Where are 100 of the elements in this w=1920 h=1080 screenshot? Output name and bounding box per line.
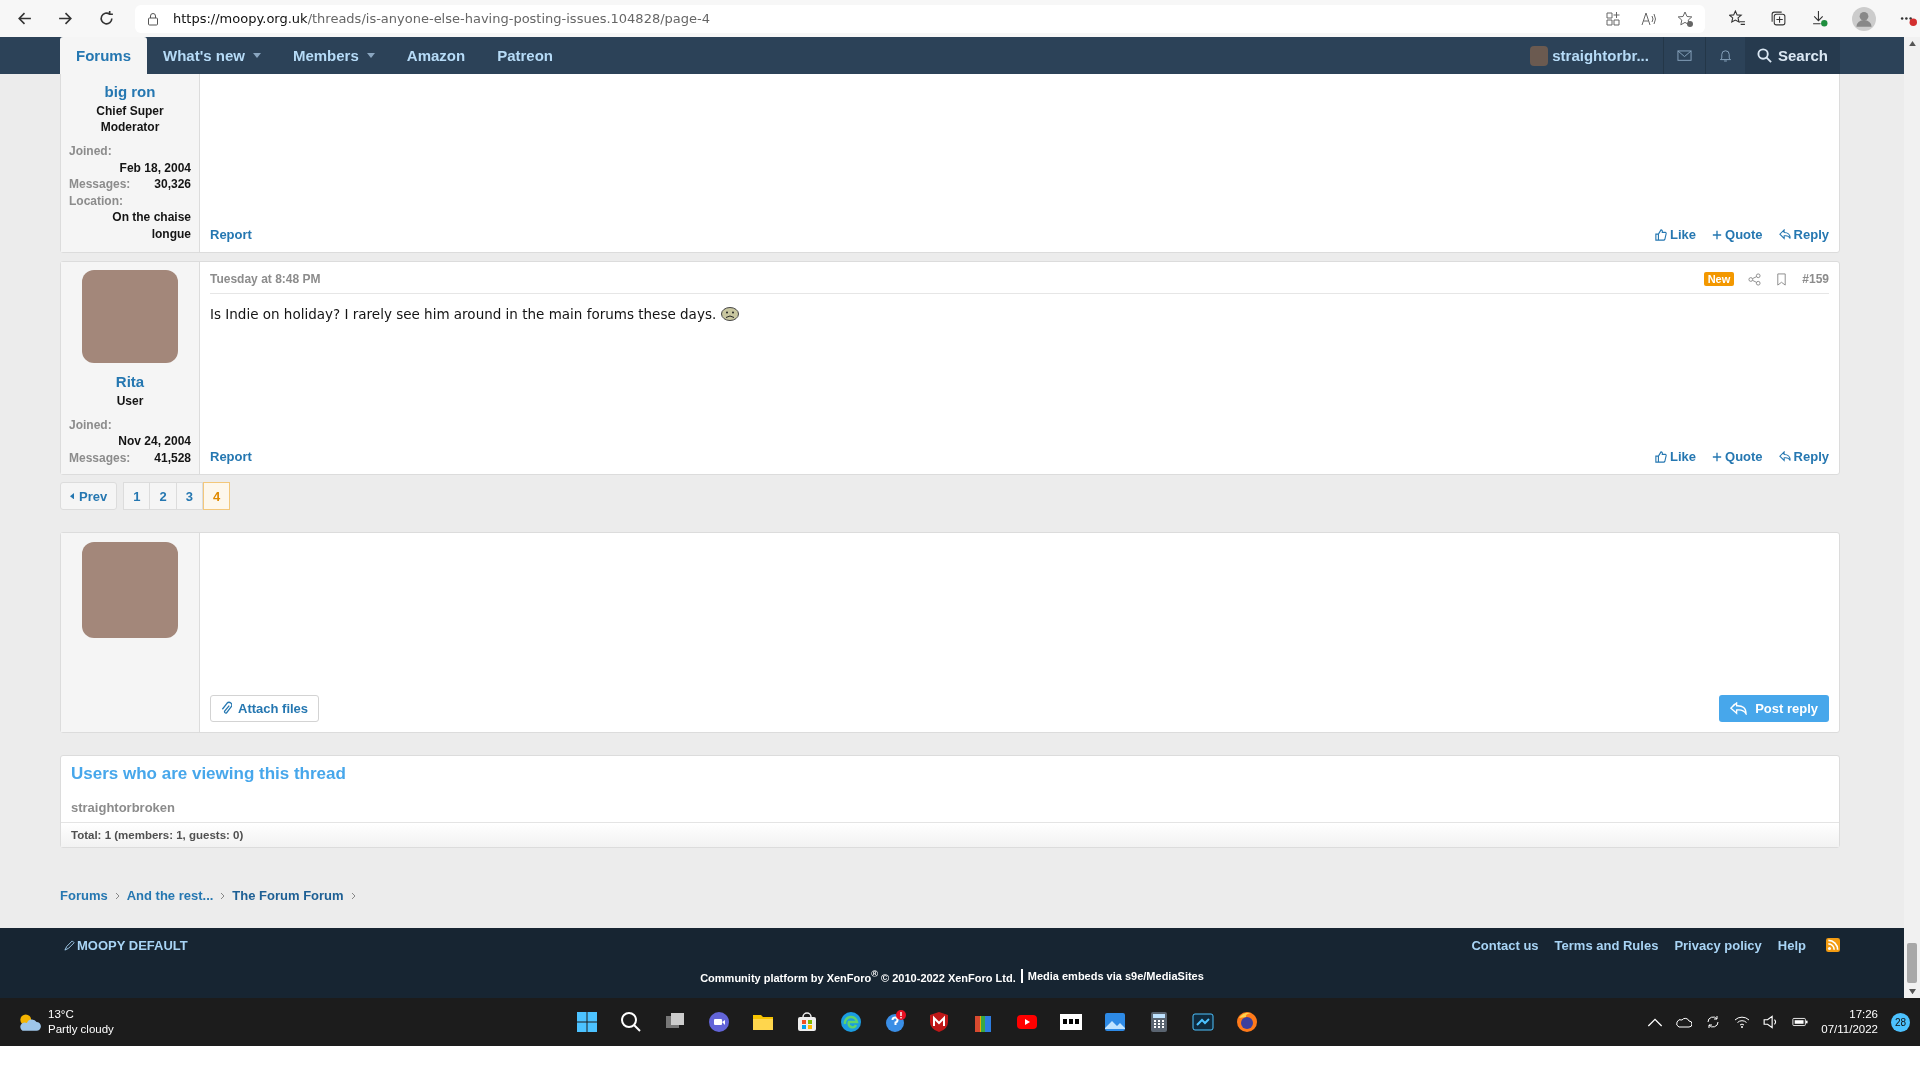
left-triangle-icon[interactable] bbox=[70, 492, 74, 500]
temperature-text: 13°C bbox=[48, 1007, 75, 1022]
chevron-icon bbox=[114, 891, 120, 900]
breadcrumb-link[interactable]: The Forum Forum bbox=[232, 888, 344, 903]
wifi-icon[interactable] bbox=[1734, 1015, 1751, 1029]
back-icon[interactable] bbox=[16, 10, 33, 27]
scrollbar[interactable] bbox=[1904, 37, 1920, 998]
reply-arrow-icon[interactable] bbox=[1778, 229, 1791, 240]
prev-page-button[interactable]: Prev bbox=[60, 482, 118, 510]
stat-label: Messages: bbox=[69, 449, 131, 466]
breadcrumb-link[interactable]: And the rest... bbox=[126, 888, 214, 903]
caret-icon[interactable] bbox=[252, 53, 261, 58]
post-number[interactable]: #159 bbox=[1802, 272, 1829, 286]
post-action-link[interactable]: Reply bbox=[1778, 449, 1829, 464]
nav-tab[interactable]: Amazon bbox=[390, 37, 482, 74]
post-text: Is Indie on holiday? I rarely see him around in the main forums these days. bbox=[210, 306, 717, 322]
thumbs-up-icon[interactable] bbox=[1655, 228, 1667, 241]
firefox-icon[interactable] bbox=[1234, 1010, 1259, 1034]
nav-tab[interactable]: Members bbox=[276, 37, 391, 74]
scroll-up-icon[interactable] bbox=[1908, 41, 1916, 47]
stat-value: Nov 24, 2004 bbox=[117, 433, 191, 450]
rss-icon[interactable] bbox=[1826, 938, 1840, 952]
report-link[interactable]: Report bbox=[210, 449, 252, 464]
embeds-text[interactable]: Media embeds via s9e/MediaSites bbox=[1027, 970, 1204, 983]
favorites-icon[interactable] bbox=[1729, 10, 1746, 27]
stat-label: Joined: bbox=[69, 416, 113, 433]
stat-value: 41,528 bbox=[154, 449, 191, 466]
browser-icon[interactable] bbox=[838, 1010, 863, 1034]
search-icon[interactable] bbox=[618, 1010, 643, 1034]
post-action-link[interactable]: Like bbox=[1655, 227, 1697, 242]
cloud-icon[interactable] bbox=[1676, 1015, 1693, 1029]
stat-value: 30,326 bbox=[154, 176, 191, 193]
plus-icon[interactable] bbox=[1712, 229, 1723, 240]
footer-link[interactable]: Contact us bbox=[1471, 937, 1539, 953]
username-link[interactable]: big ron bbox=[104, 83, 156, 100]
page-button[interactable]: 3 bbox=[176, 482, 203, 510]
footer-link[interactable]: Privacy policy bbox=[1674, 937, 1762, 953]
copyright-text[interactable]: Community platform by XenForo$^{®}$ © 2010-2022 XenForo Ltd. bbox=[700, 969, 1016, 984]
search-button[interactable]: Search bbox=[1744, 37, 1840, 74]
breadcrumb-link[interactable]: Forums bbox=[60, 888, 108, 903]
account-link[interactable]: straightorbr... bbox=[1520, 37, 1663, 74]
username-link[interactable]: Rita bbox=[115, 372, 145, 390]
terminal-icon[interactable] bbox=[1190, 1010, 1215, 1034]
chevron-icon bbox=[220, 891, 226, 900]
stat-label: Location: bbox=[69, 192, 124, 209]
chat-icon[interactable] bbox=[706, 1010, 731, 1034]
page-button[interactable]: 2 bbox=[150, 482, 177, 510]
address-bar[interactable]: https://moopy.org.uk/threads/is-anyone-else-having-posting-issues.104828/page-4 bbox=[135, 4, 1705, 33]
profile-icon[interactable] bbox=[1852, 6, 1876, 31]
post-action-link[interactable]: Reply bbox=[1778, 227, 1829, 242]
collections-icon[interactable] bbox=[1770, 10, 1787, 27]
style-chooser-link[interactable]: MOOPY DEFAULT bbox=[64, 937, 188, 953]
reload-icon[interactable] bbox=[98, 10, 115, 27]
post-action-link[interactable]: Quote bbox=[1712, 227, 1763, 242]
page-button[interactable]: 4 bbox=[202, 482, 231, 510]
new-badge: New bbox=[1703, 272, 1735, 286]
notification-badge[interactable]: 28 bbox=[1891, 1012, 1910, 1032]
footer-link[interactable]: Help bbox=[1777, 937, 1806, 953]
reply-arrow-icon[interactable] bbox=[1778, 451, 1791, 462]
scroll-down-icon[interactable] bbox=[1908, 988, 1916, 994]
stat-label: Joined: bbox=[69, 143, 113, 160]
post-action-link[interactable]: Quote bbox=[1712, 449, 1763, 464]
battery-icon[interactable] bbox=[1792, 1015, 1809, 1029]
caret-icon[interactable] bbox=[366, 53, 375, 58]
thumbs-up-icon[interactable] bbox=[1655, 450, 1667, 463]
share-icon[interactable] bbox=[1748, 272, 1762, 286]
user-title: User bbox=[116, 392, 144, 409]
page-button[interactable]: 1 bbox=[123, 482, 151, 510]
bell-icon[interactable] bbox=[1718, 48, 1732, 63]
sync-icon[interactable] bbox=[1705, 1015, 1722, 1029]
panel-footer: Total: 1 (members: 1, guests: 0) bbox=[61, 822, 1839, 847]
nav-tab[interactable]: Forums bbox=[60, 37, 147, 74]
panel-title: Users who are viewing this thread bbox=[70, 763, 347, 785]
apps-grid-icon[interactable] bbox=[1605, 10, 1621, 27]
footer-link[interactable]: Terms and Rules bbox=[1554, 937, 1659, 953]
windows-logo-icon[interactable] bbox=[574, 1010, 599, 1034]
envelope-icon[interactable] bbox=[1676, 49, 1692, 62]
clock[interactable]: 17:26 07/11/2022 bbox=[1821, 1007, 1878, 1037]
paperclip-icon[interactable] bbox=[221, 701, 232, 716]
photos-icon[interactable] bbox=[1102, 1010, 1127, 1034]
post-reply-button[interactable]: Post reply bbox=[1719, 695, 1829, 722]
attach-files-button[interactable]: Attach files bbox=[210, 695, 320, 722]
stat-label: Messages: bbox=[69, 176, 131, 193]
chevron-icon bbox=[350, 891, 356, 900]
post-action-link[interactable]: Like bbox=[1655, 449, 1697, 464]
read-aloud-icon[interactable] bbox=[1641, 10, 1657, 27]
plus-icon[interactable] bbox=[1712, 451, 1723, 462]
scrollbar-thumb[interactable] bbox=[1907, 942, 1917, 983]
star-plus-icon[interactable] bbox=[1677, 10, 1693, 27]
forward-icon[interactable] bbox=[57, 10, 74, 27]
report-link[interactable]: Report bbox=[210, 227, 252, 242]
nav-tab[interactable]: What's new bbox=[147, 37, 277, 74]
stat-value: Feb 18, 2004 bbox=[118, 159, 191, 176]
post-date[interactable]: Tuesday at 8:48 PM bbox=[210, 272, 321, 286]
lock-icon[interactable] bbox=[147, 11, 159, 26]
nav-tab[interactable]: Patreon bbox=[481, 37, 569, 74]
search-icon[interactable] bbox=[1756, 48, 1772, 63]
username-link[interactable]: straightorbroken bbox=[71, 800, 175, 815]
download-icon[interactable] bbox=[1811, 10, 1828, 27]
url-text: https://moopy.org.uk/threads/is-anyone-else-having-posting-issues.104828/page-4 bbox=[173, 11, 710, 26]
